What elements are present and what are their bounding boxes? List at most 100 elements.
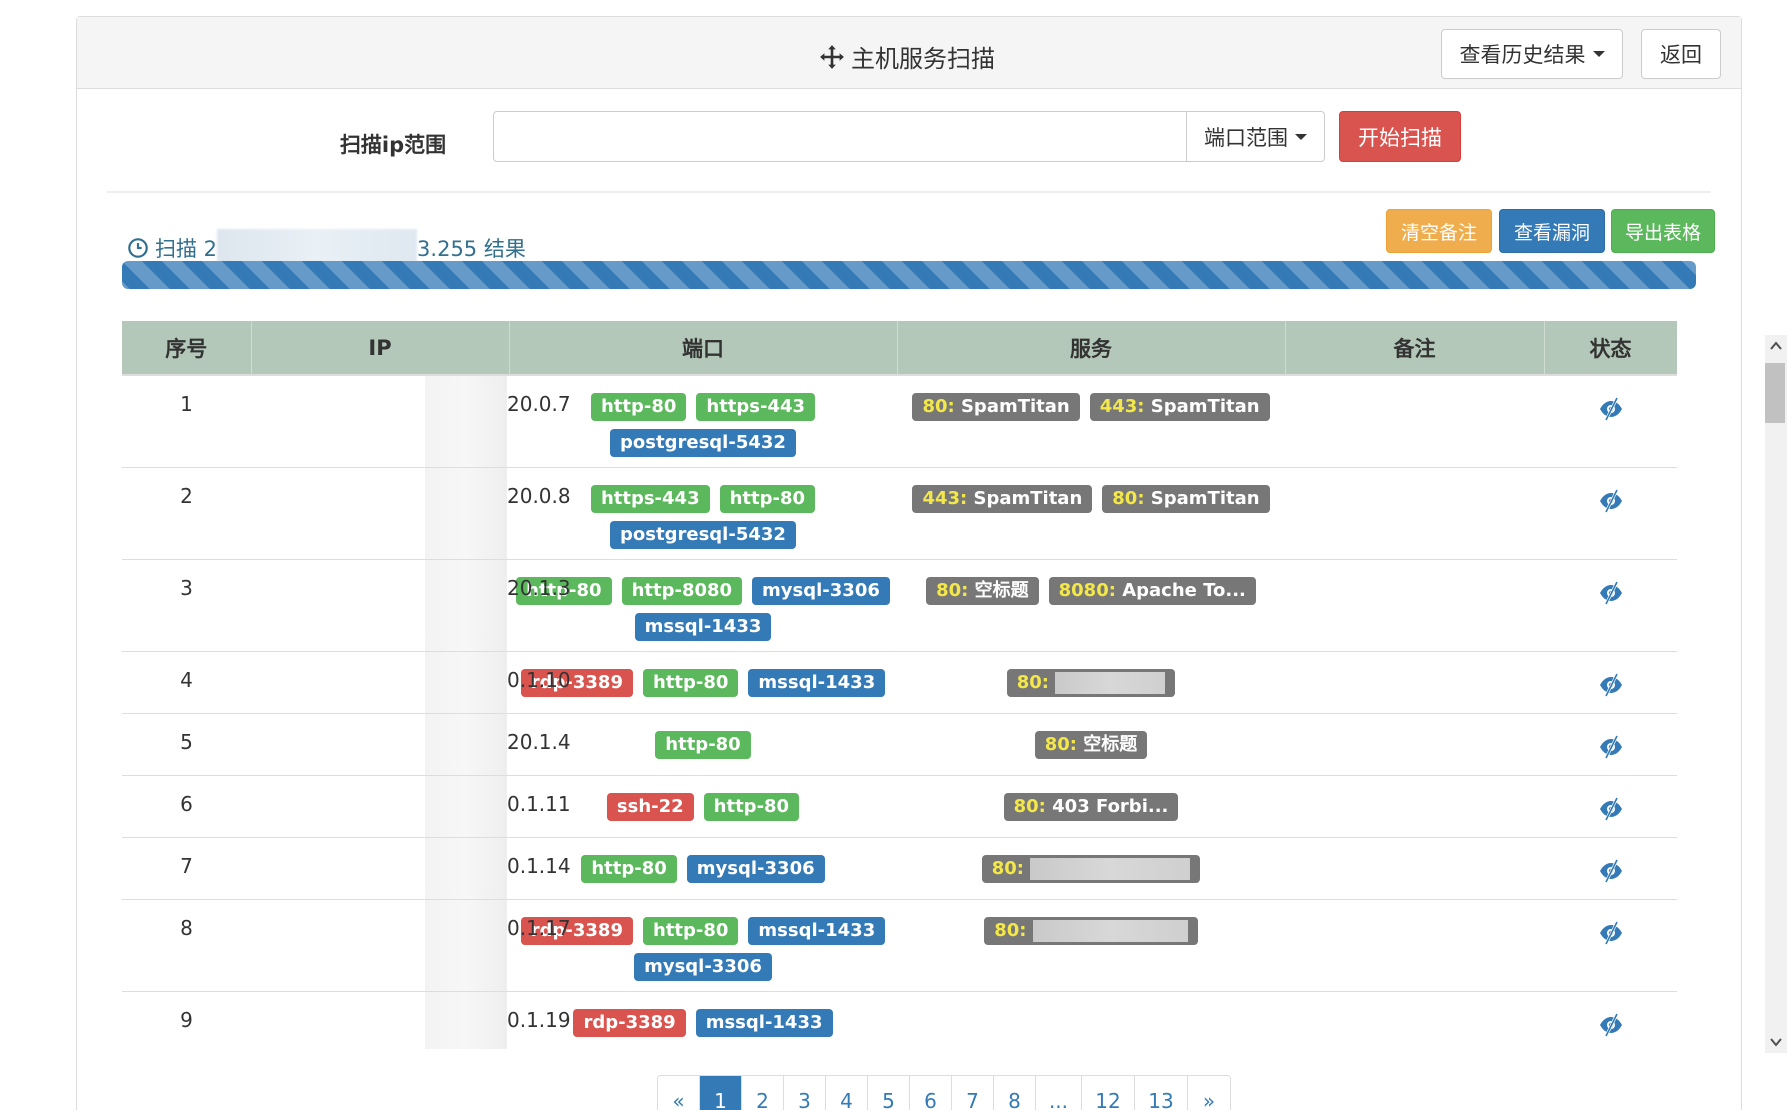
port-tag[interactable]: mssql-1433 bbox=[748, 917, 886, 945]
page-item[interactable]: 6 bbox=[910, 1076, 952, 1110]
port-range-dropdown[interactable]: 端口范围 bbox=[1186, 111, 1325, 162]
eye-slash-icon[interactable] bbox=[1598, 920, 1624, 946]
row-note[interactable] bbox=[1285, 713, 1544, 776]
page-item[interactable]: 13 bbox=[1135, 1076, 1188, 1110]
service-tag[interactable]: 443: SpamTitan bbox=[1089, 393, 1270, 421]
port-tag[interactable]: postgresql-5432 bbox=[610, 521, 796, 549]
service-tag[interactable]: 8080: Apache To... bbox=[1048, 577, 1256, 605]
row-ip: 20.1.3 bbox=[251, 559, 571, 652]
header-ip[interactable]: IP bbox=[251, 321, 510, 376]
eye-slash-icon[interactable] bbox=[1598, 858, 1624, 884]
row-note[interactable] bbox=[1285, 837, 1544, 900]
page-item[interactable]: 5 bbox=[868, 1076, 910, 1110]
page-prev[interactable]: « bbox=[658, 1076, 700, 1110]
port-tag[interactable]: http-80 bbox=[655, 731, 751, 759]
port-tag[interactable]: mssql-1433 bbox=[748, 669, 886, 697]
chevron-down-icon bbox=[1295, 133, 1307, 140]
page-next[interactable]: » bbox=[1188, 1076, 1230, 1110]
port-tag[interactable]: http-80 bbox=[590, 393, 687, 421]
row-note[interactable] bbox=[1285, 467, 1544, 560]
service-name: 空标题 bbox=[974, 580, 1029, 601]
page-item[interactable]: 1 bbox=[700, 1076, 742, 1110]
row-note[interactable] bbox=[1285, 775, 1544, 838]
service-tag[interactable]: 80: bbox=[1006, 669, 1176, 697]
eye-slash-icon[interactable] bbox=[1598, 672, 1624, 698]
service-tag[interactable]: 80: SpamTitan bbox=[1102, 485, 1270, 513]
clear-notes-button[interactable]: 清空备注 bbox=[1386, 209, 1492, 253]
port-tag[interactable]: http-8080 bbox=[621, 577, 743, 605]
page-item[interactable]: 2 bbox=[742, 1076, 784, 1110]
page-item[interactable]: 4 bbox=[826, 1076, 868, 1110]
header-notes[interactable]: 备注 bbox=[1285, 321, 1545, 376]
row-services: 80: 空标题 bbox=[897, 713, 1285, 776]
row-ip: 20.1.4 bbox=[251, 713, 571, 776]
page-item[interactable]: 8 bbox=[994, 1076, 1036, 1110]
export-table-button[interactable]: 导出表格 bbox=[1611, 209, 1715, 253]
table-header-row: 序号 IP 端口 服务 备注 状态 bbox=[122, 321, 1677, 376]
row-ports: http-80 https-443 postgresql-5432 bbox=[509, 374, 897, 468]
page-item[interactable]: 12 bbox=[1082, 1076, 1135, 1110]
service-tag[interactable]: 80: 空标题 bbox=[1034, 731, 1148, 759]
header-services[interactable]: 服务 bbox=[897, 321, 1286, 376]
row-services: 443: SpamTitan 80: SpamTitan bbox=[897, 467, 1285, 560]
port-tag[interactable]: http-80 bbox=[642, 917, 739, 945]
history-results-button[interactable]: 查看历史结果 bbox=[1441, 29, 1623, 79]
scroll-up-icon[interactable] bbox=[1769, 339, 1783, 353]
port-tag[interactable]: mysql-3306 bbox=[686, 855, 825, 883]
port-tag[interactable]: rdp-3389 bbox=[573, 1009, 686, 1037]
service-port: 80: bbox=[1013, 796, 1046, 817]
back-button[interactable]: 返回 bbox=[1641, 29, 1721, 79]
start-scan-label: 开始扫描 bbox=[1358, 125, 1442, 150]
eye-slash-icon[interactable] bbox=[1598, 396, 1624, 422]
page-item[interactable]: ... bbox=[1036, 1076, 1082, 1110]
port-tag[interactable]: http-80 bbox=[703, 793, 800, 821]
service-tag[interactable]: 80: 空标题 bbox=[926, 577, 1039, 605]
eye-slash-icon[interactable] bbox=[1598, 1012, 1624, 1038]
port-tag[interactable]: mssql-1433 bbox=[695, 1009, 833, 1037]
row-status bbox=[1544, 713, 1677, 776]
eye-slash-icon[interactable] bbox=[1598, 580, 1624, 606]
header-ports[interactable]: 端口 bbox=[509, 321, 898, 376]
scroll-down-icon[interactable] bbox=[1769, 1035, 1783, 1049]
redacted-ip-prefix bbox=[425, 900, 507, 991]
table-scrollbar[interactable] bbox=[1765, 335, 1787, 1053]
row-note[interactable] bbox=[1285, 991, 1544, 1049]
port-tag[interactable]: mysql-3306 bbox=[634, 953, 772, 981]
row-note[interactable] bbox=[1285, 899, 1544, 992]
row-ip: 0.1.17 bbox=[251, 899, 571, 992]
results-table-container: 序号 IP 端口 服务 备注 状态 1 20.0.7 http-80 https-44… bbox=[122, 321, 1677, 1049]
service-tag[interactable]: 80: bbox=[984, 917, 1198, 945]
page-item[interactable]: 3 bbox=[784, 1076, 826, 1110]
port-tag[interactable]: mysql-3306 bbox=[752, 577, 890, 605]
row-index: 6 bbox=[122, 775, 251, 838]
service-tag[interactable]: 80: SpamTitan bbox=[912, 393, 1080, 421]
start-scan-button[interactable]: 开始扫描 bbox=[1339, 111, 1461, 162]
port-tag[interactable]: https-443 bbox=[696, 393, 816, 421]
port-tag[interactable]: mssql-1433 bbox=[634, 613, 772, 641]
row-note[interactable] bbox=[1285, 374, 1544, 468]
header-status[interactable]: 状态 bbox=[1544, 321, 1677, 376]
port-tag[interactable]: postgresql-5432 bbox=[610, 429, 796, 457]
eye-slash-icon[interactable] bbox=[1598, 734, 1624, 760]
port-tag[interactable]: ssh-22 bbox=[606, 793, 694, 821]
service-tag[interactable]: 443: SpamTitan bbox=[912, 485, 1093, 513]
service-tag[interactable]: 80: bbox=[981, 855, 1201, 883]
row-note[interactable] bbox=[1285, 651, 1544, 714]
service-name: SpamTitan bbox=[960, 396, 1070, 417]
eye-slash-icon[interactable] bbox=[1598, 796, 1624, 822]
port-tag[interactable]: http-80 bbox=[581, 855, 677, 883]
port-tag[interactable]: http-80 bbox=[642, 669, 739, 697]
header-index[interactable]: 序号 bbox=[122, 321, 252, 376]
row-note[interactable] bbox=[1285, 559, 1544, 652]
view-vulnerabilities-button[interactable]: 查看漏洞 bbox=[1499, 209, 1605, 253]
ip-range-input[interactable] bbox=[493, 111, 1187, 162]
service-name: 403 Forbi... bbox=[1052, 796, 1169, 817]
port-tag[interactable]: https-443 bbox=[590, 485, 710, 513]
port-tag[interactable]: http-80 bbox=[719, 485, 816, 513]
eye-slash-icon[interactable] bbox=[1598, 488, 1624, 514]
row-status bbox=[1544, 837, 1677, 900]
scrollbar-thumb[interactable] bbox=[1765, 363, 1785, 423]
redacted-ip-prefix bbox=[425, 560, 507, 651]
service-tag[interactable]: 80: 403 Forbi... bbox=[1003, 793, 1179, 821]
page-item[interactable]: 7 bbox=[952, 1076, 994, 1110]
